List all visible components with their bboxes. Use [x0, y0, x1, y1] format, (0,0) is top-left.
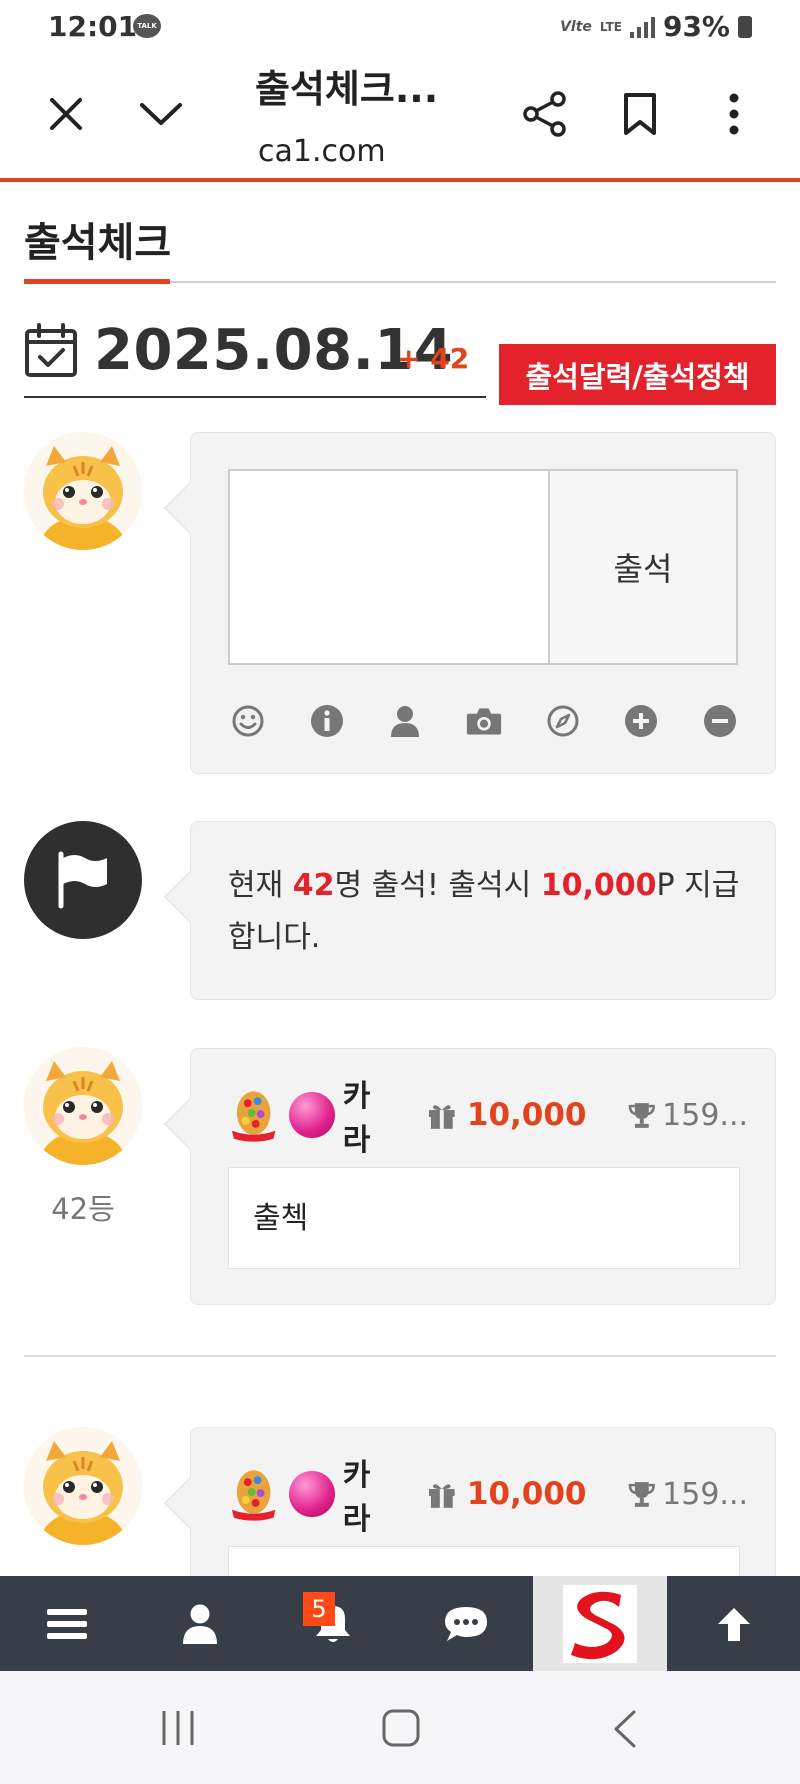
site-logo-icon [563, 1584, 637, 1663]
calendar-check-icon [25, 323, 77, 377]
recent-apps-icon[interactable] [160, 1709, 196, 1747]
signal-icon [629, 16, 655, 38]
arrow-up-icon[interactable] [667, 1576, 800, 1671]
close-icon[interactable] [38, 86, 94, 142]
plus-circle-icon[interactable] [623, 703, 659, 739]
back-icon[interactable] [612, 1709, 638, 1749]
page-title: 출석체크 [24, 220, 172, 266]
member-badge-icon [289, 1092, 335, 1138]
volte-icon: Vlte [560, 18, 592, 35]
attendance-rank: 42등 [51, 1192, 115, 1226]
level-badge-icon [231, 1091, 276, 1142]
browser-toolbar: 출석체크... ca1.com [0, 52, 800, 182]
entry-points: 10,000 [466, 1476, 587, 1512]
gift-icon [429, 1105, 455, 1129]
entry-header: 카라 10,000 159... [228, 1458, 749, 1537]
smile-icon[interactable] [230, 703, 266, 739]
trophy-icon [628, 1103, 655, 1128]
site-logo[interactable] [533, 1576, 667, 1671]
member-badge-icon [289, 1471, 335, 1517]
entry-score: 159... [662, 1476, 749, 1512]
tiger-avatar-icon [24, 432, 142, 550]
attend-form: 출석 [228, 469, 738, 665]
entry-username[interactable]: 카라 [343, 1450, 398, 1538]
user-icon[interactable] [133, 1576, 267, 1671]
trophy-icon [628, 1482, 655, 1507]
camera-icon[interactable] [466, 703, 502, 739]
editor-toolbar [228, 701, 738, 741]
attendance-calendar-button[interactable]: 출석달력/출석정책 [499, 344, 776, 405]
title-accent-bar [24, 279, 170, 284]
home-icon[interactable] [382, 1709, 420, 1747]
battery-percent: 93% [662, 10, 730, 43]
flag-icon [24, 821, 142, 939]
kakaotalk-notification-icon: TALK [133, 14, 161, 38]
avatar[interactable] [24, 1427, 142, 1545]
chat-icon[interactable] [399, 1576, 533, 1671]
attend-comment-textarea[interactable] [230, 471, 550, 663]
avatar [24, 432, 142, 550]
entry-score: 159... [662, 1097, 749, 1133]
entry-points: 10,000 [466, 1097, 587, 1133]
lte-icon: LTE [599, 19, 622, 34]
bottom-nav: 5 [0, 1576, 800, 1671]
gift-icon [429, 1484, 455, 1508]
compass-icon[interactable] [545, 703, 581, 739]
attend-submit-button[interactable]: 출석 [550, 471, 736, 663]
tiger-avatar-icon [24, 1427, 142, 1545]
info-icon[interactable] [309, 703, 345, 739]
bookmark-icon[interactable] [612, 86, 668, 142]
status-right: Vlte LTE 93% [560, 10, 752, 43]
attendance-entry: 카라 10,000 159... 출첵 [164, 1048, 776, 1305]
minus-circle-icon[interactable] [702, 703, 738, 739]
notification-badge: 5 [303, 1592, 335, 1626]
share-icon[interactable] [517, 86, 573, 142]
menu-icon[interactable] [0, 1576, 134, 1671]
chevron-down-icon[interactable] [133, 86, 189, 142]
status-bar: 12:01 TALK Vlte LTE 93% [0, 0, 800, 52]
status-time: 12:01 [48, 10, 138, 43]
level-badge-icon [231, 1470, 276, 1521]
entry-divider [24, 1355, 776, 1357]
battery-icon [738, 15, 752, 38]
entry-header: 카라 10,000 159... [228, 1079, 749, 1158]
attend-form-bubble: 출석 [164, 432, 776, 774]
tiger-avatar-icon [24, 1047, 142, 1165]
notice-bubble: 현재 42명 출석! 출석시 10,000P 지급합니다. [164, 821, 776, 1000]
notice-count: 42 [292, 868, 335, 903]
page-tab-title: 출석체크... [255, 67, 439, 111]
date-row: 2025.08.14 + 42 [24, 318, 486, 398]
entry-username[interactable]: 카라 [343, 1071, 398, 1159]
system-nav-bar [0, 1671, 800, 1784]
avatar[interactable] [24, 1047, 142, 1165]
url-bar[interactable]: ca1.com [258, 134, 386, 169]
attendance-notice: 현재 42명 출석! 출석시 10,000P 지급합니다. [228, 868, 740, 955]
notice-points: 10,000 [540, 868, 657, 903]
user-icon[interactable] [387, 703, 423, 739]
entry-comment: 출첵 [228, 1167, 740, 1269]
attendance-count: + 42 [397, 342, 470, 375]
more-vertical-icon[interactable] [706, 86, 762, 142]
